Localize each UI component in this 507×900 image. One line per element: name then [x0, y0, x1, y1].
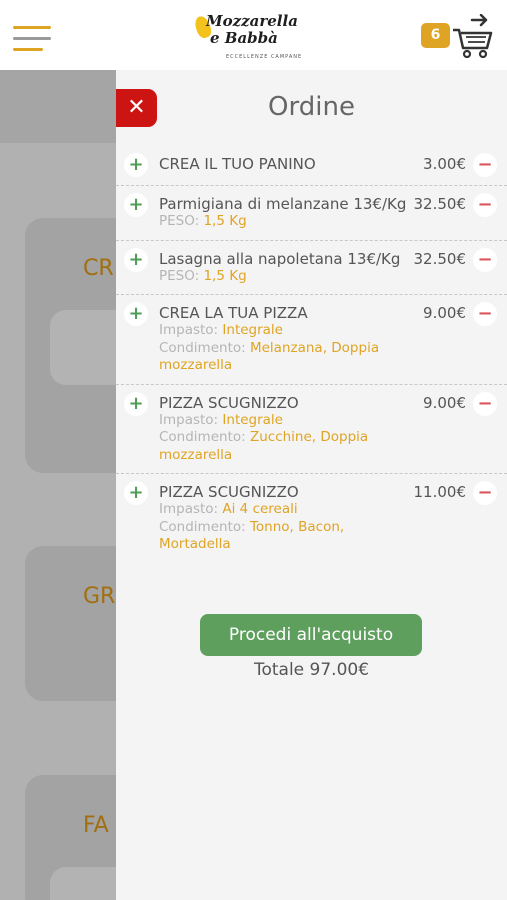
- detail-label: PESO:: [159, 213, 204, 229]
- order-item-price: 11.00€: [413, 483, 467, 501]
- order-item-detail: Impasto: Integrale: [159, 322, 389, 340]
- decrease-quantity-button[interactable]: −: [473, 153, 497, 177]
- decrease-quantity-button[interactable]: −: [473, 247, 497, 272]
- detail-value: Integrale: [222, 411, 283, 428]
- detail-label: Condimento:: [159, 518, 250, 535]
- cart-icon[interactable]: [452, 14, 494, 58]
- order-item-price: 9.00€: [423, 304, 466, 322]
- order-item-name: Parmigiana di melanzane 13€/Kg: [159, 195, 407, 213]
- order-item-detail: Impasto: Integrale: [159, 412, 389, 430]
- decrease-quantity-button[interactable]: −: [473, 481, 497, 505]
- order-item-name: PIZZA SCUGNIZZO: [159, 393, 299, 412]
- order-item: + Parmigiana di melanzane 13€/Kg PESO: 1,5…: [116, 186, 507, 241]
- order-item-detail: Condimento: Melanzana, Doppia mozzarella: [159, 340, 389, 375]
- detail-label: Condimento:: [159, 339, 250, 356]
- order-item-name: CREA IL TUO PANINO: [159, 155, 316, 173]
- panel-title: Ordine: [268, 92, 355, 122]
- detail-label: Impasto:: [159, 322, 223, 338]
- detail-value: Integrale: [222, 322, 283, 338]
- order-item-name: CREA LA TUA PIZZA: [159, 304, 308, 322]
- order-item-detail: Impasto: Ai 4 cereali: [159, 501, 389, 519]
- order-list: + CREA IL TUO PANINO 3.00€ − + Parmigiana di …: [116, 146, 507, 563]
- order-item-detail: Condimento: Tonno, Bacon, Mortadella: [159, 519, 389, 554]
- cart-count-badge[interactable]: 6: [421, 23, 450, 48]
- order-item: + Lasagna alla napoletana 13€/Kg PESO: 1,5…: [116, 241, 507, 295]
- brand-logo[interactable]: Mozzarella e Babbà ECCELLENZE CAMPANE: [192, 8, 304, 64]
- order-item-price: 3.00€: [423, 155, 466, 173]
- detail-label: Impasto:: [159, 501, 223, 517]
- order-item-price: 32.50€: [413, 249, 467, 268]
- increase-quantity-button[interactable]: +: [124, 391, 148, 416]
- detail-label: PESO:: [159, 267, 204, 284]
- order-panel: Ordine + CREA IL TUO PANINO 3.00€ − + Parmigi…: [116, 70, 507, 900]
- increase-quantity-button[interactable]: +: [124, 193, 148, 217]
- detail-label: Condimento:: [159, 429, 250, 445]
- close-icon: ✕: [127, 95, 146, 120]
- increase-quantity-button[interactable]: +: [124, 302, 148, 326]
- detail-value: 1,5 Kg: [203, 213, 247, 229]
- checkout-button[interactable]: Procedi all'acquisto: [200, 614, 422, 656]
- decrease-quantity-button[interactable]: −: [473, 193, 497, 217]
- order-item-name: PIZZA SCUGNIZZO: [159, 483, 299, 501]
- order-item: + CREA LA TUA PIZZA Impasto: Integrale Cond…: [116, 295, 507, 385]
- menu-icon[interactable]: [13, 26, 51, 52]
- order-item: + PIZZA SCUGNIZZO Impasto: Ai 4 cereali Con…: [116, 474, 507, 563]
- order-item: + CREA IL TUO PANINO 3.00€ −: [116, 146, 507, 186]
- order-total: Totale 97.00€: [253, 660, 370, 680]
- order-item-name: Lasagna alla napoletana 13€/Kg: [159, 249, 401, 268]
- close-panel-button[interactable]: ✕: [116, 89, 157, 127]
- order-item-detail: Condimento: Zucchine, Doppia mozzarella: [159, 429, 389, 464]
- detail-value: Ai 4 cereali: [222, 501, 298, 517]
- detail-value: 1,5 Kg: [203, 267, 247, 284]
- increase-quantity-button[interactable]: +: [124, 153, 148, 177]
- detail-label: Impasto:: [159, 411, 223, 428]
- app-header: Mozzarella e Babbà ECCELLENZE CAMPANE 6: [0, 0, 507, 70]
- order-item-detail: PESO: 1,5 Kg: [159, 268, 389, 286]
- order-item: + PIZZA SCUGNIZZO Impasto: Integrale Condim…: [116, 385, 507, 474]
- increase-quantity-button[interactable]: +: [124, 481, 148, 505]
- order-item-price: 9.00€: [423, 393, 466, 412]
- decrease-quantity-button[interactable]: −: [473, 302, 497, 326]
- order-item-price: 32.50€: [413, 195, 467, 213]
- increase-quantity-button[interactable]: +: [124, 247, 148, 272]
- order-item-detail: PESO: 1,5 Kg: [159, 213, 389, 231]
- decrease-quantity-button[interactable]: −: [473, 391, 497, 416]
